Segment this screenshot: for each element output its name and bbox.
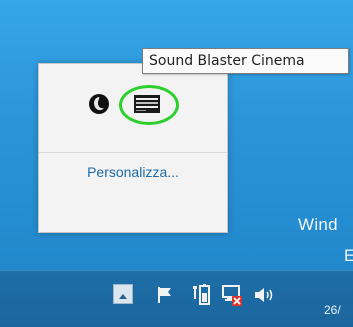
action-center-flag-icon[interactable] — [154, 284, 176, 306]
personalize-link[interactable]: Personalizza... — [39, 164, 227, 180]
taskbar: 26/ — [0, 270, 353, 327]
network-icon[interactable] — [220, 283, 244, 309]
flyout-divider — [39, 152, 227, 153]
speaker-icon[interactable] — [252, 284, 276, 306]
hidden-icons-area — [39, 64, 227, 152]
notification-overflow-flyout: Personalizza... — [38, 63, 228, 233]
tooltip: Sound Blaster Cinema — [142, 48, 349, 74]
windows-watermark-line2: E — [344, 246, 353, 265]
creative-icon[interactable] — [87, 92, 111, 116]
windows-watermark-line1: Wind — [298, 215, 338, 234]
show-hidden-icons-button[interactable] — [113, 284, 133, 304]
chevron-up-icon — [118, 285, 128, 304]
clock-date[interactable]: 26/ — [324, 303, 341, 317]
sound-blaster-cinema-icon[interactable] — [125, 90, 169, 118]
power-icon[interactable] — [190, 283, 212, 307]
